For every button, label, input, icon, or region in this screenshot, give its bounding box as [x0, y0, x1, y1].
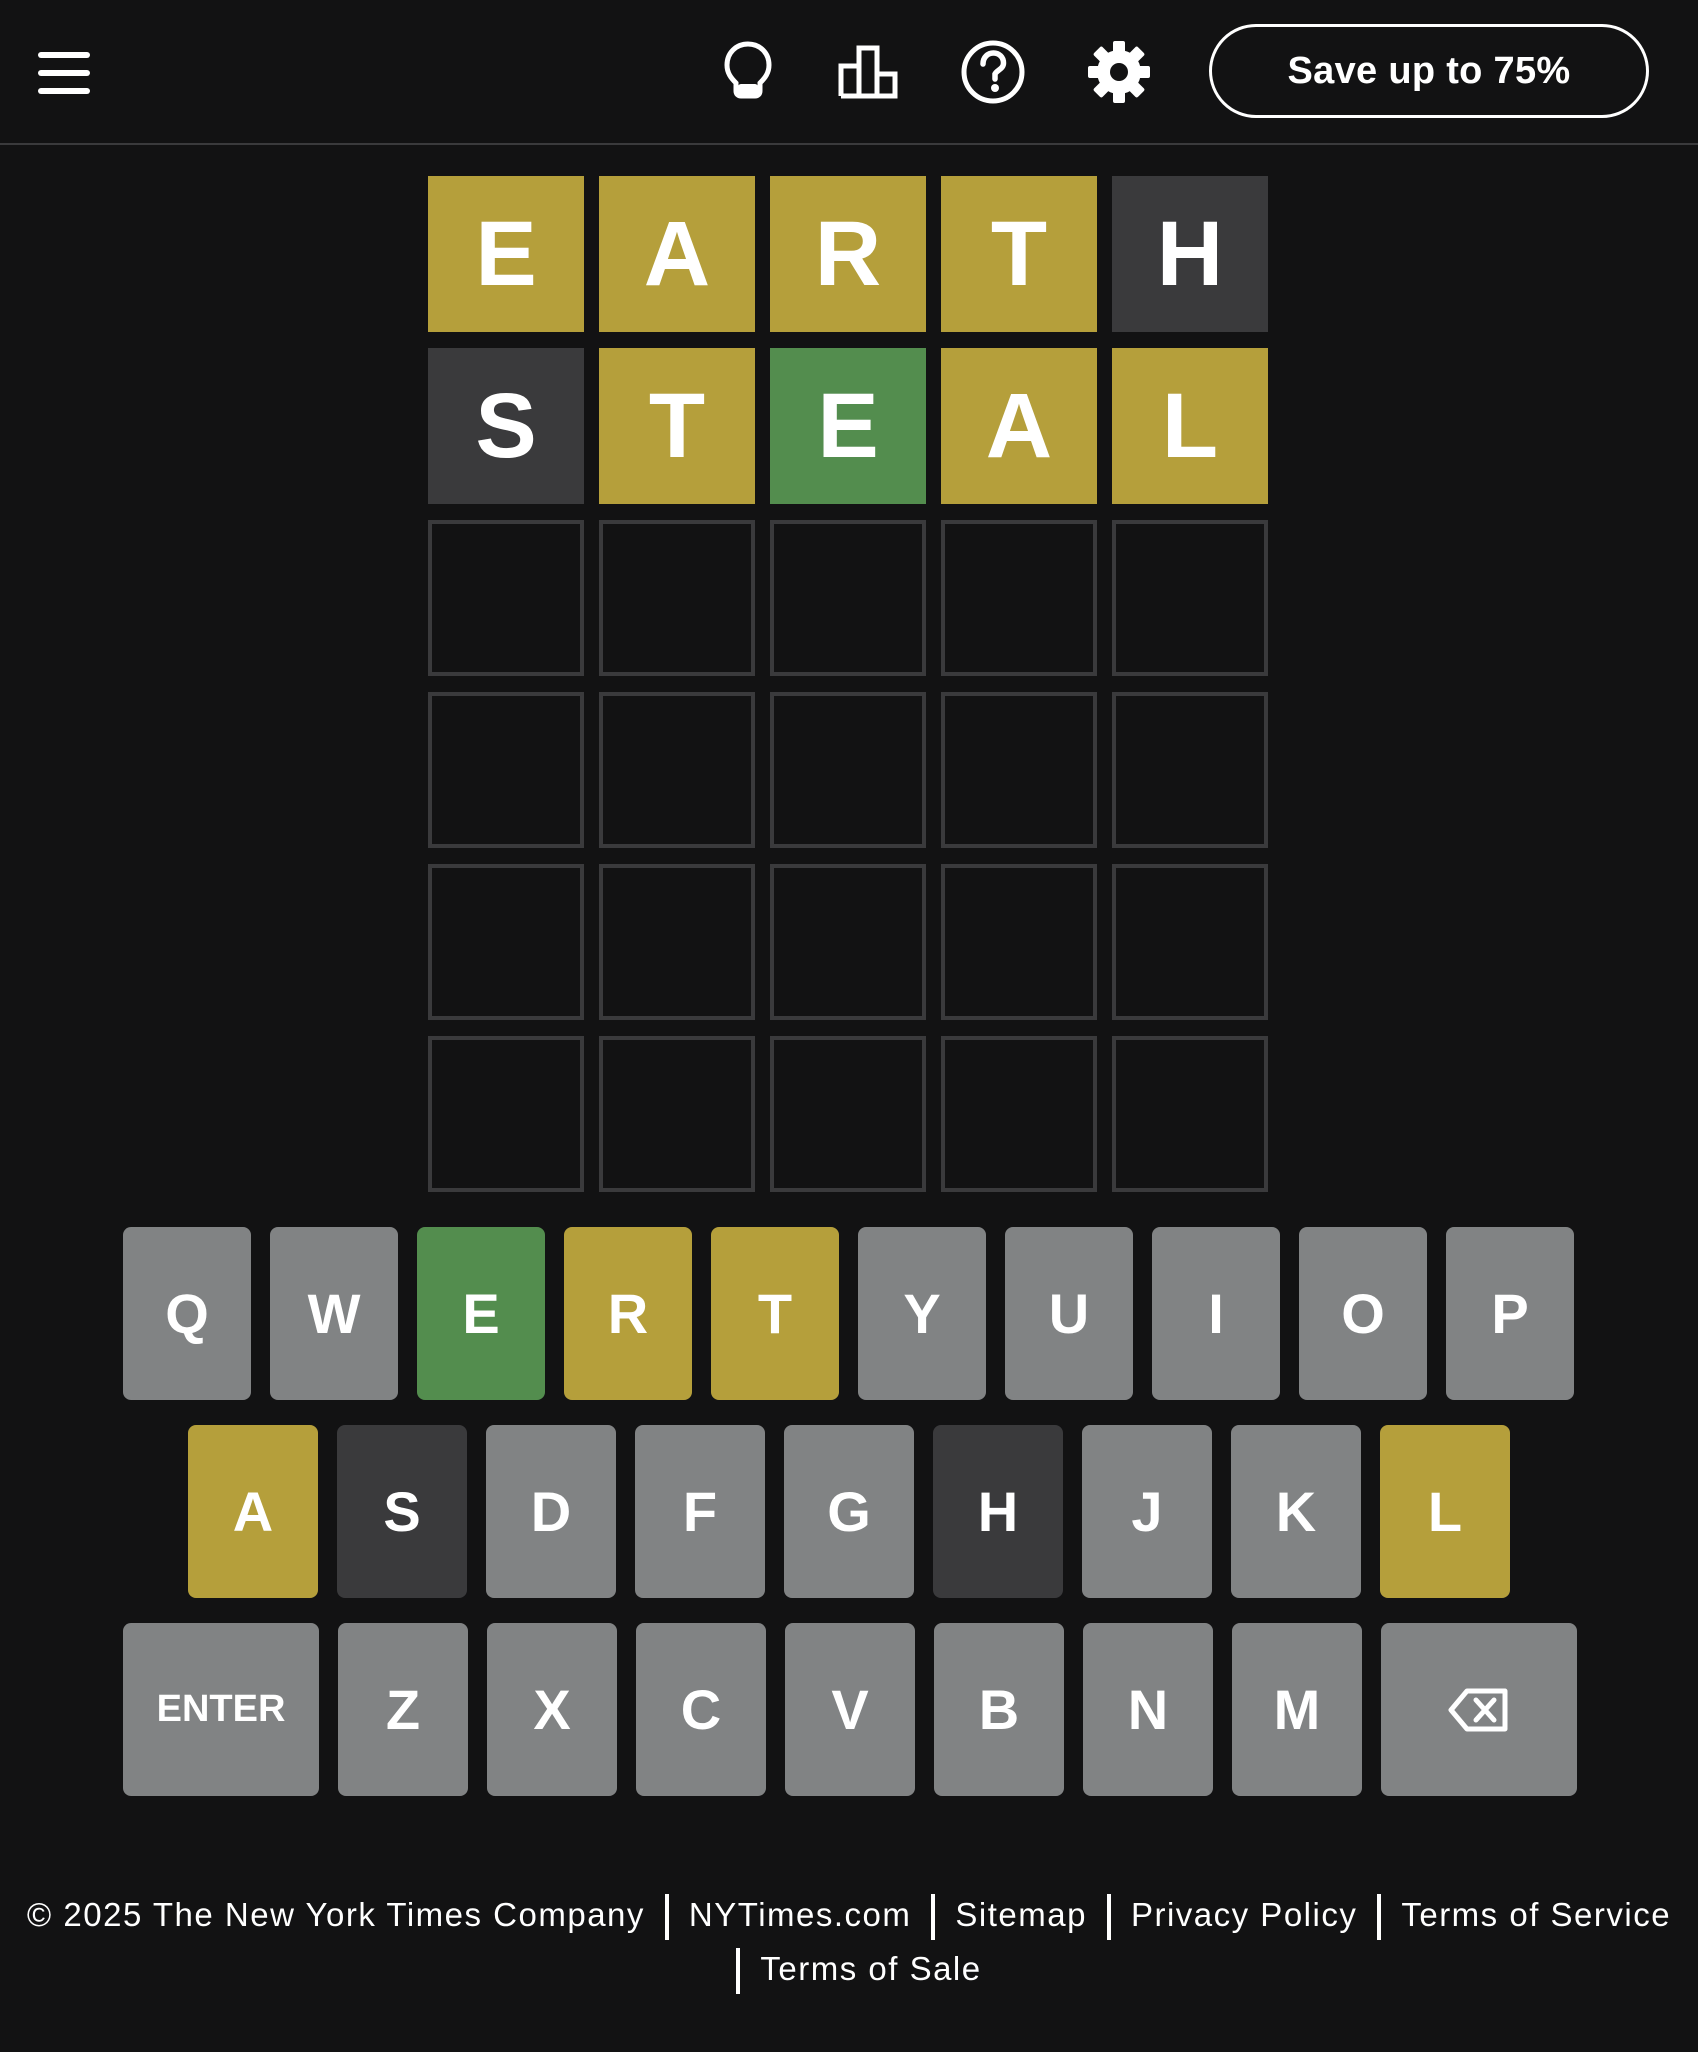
key-d[interactable]: D — [486, 1425, 616, 1598]
copyright-text: © 2025 The New York Times Company — [26, 1896, 645, 1933]
hint-bulb-icon[interactable] — [714, 38, 782, 106]
key-t[interactable]: T — [711, 1227, 839, 1400]
footer-separator — [1377, 1894, 1382, 1941]
board-tile: T — [599, 348, 755, 504]
footer-link-nytimes[interactable]: NYTimes.com — [689, 1896, 911, 1933]
board-tile: H — [1112, 176, 1268, 332]
key-q[interactable]: Q — [123, 1227, 251, 1400]
board-tile — [599, 520, 755, 676]
board-tile: S — [428, 348, 584, 504]
key-m[interactable]: M — [1232, 1623, 1362, 1796]
footer-link-sitemap[interactable]: Sitemap — [955, 1896, 1087, 1933]
board-tile — [428, 864, 584, 1020]
board-tile — [428, 692, 584, 848]
key-r[interactable]: R — [564, 1227, 692, 1400]
key-b[interactable]: B — [934, 1623, 1064, 1796]
board-tile — [941, 692, 1097, 848]
backspace-icon — [1447, 1685, 1511, 1735]
key-e[interactable]: E — [417, 1227, 545, 1400]
key-i[interactable]: I — [1152, 1227, 1280, 1400]
backspace-key[interactable] — [1381, 1623, 1577, 1796]
board-tile: E — [428, 176, 584, 332]
board-tile: L — [1112, 348, 1268, 504]
footer-link-terms-of-sale[interactable]: Terms of Sale — [760, 1950, 981, 1987]
board-tile — [941, 520, 1097, 676]
board-tile — [770, 1036, 926, 1192]
board-tile: A — [941, 348, 1097, 504]
footer-separator — [931, 1894, 936, 1941]
keyboard-row: ASDFGHJKL — [0, 1425, 1698, 1598]
board-tile — [941, 864, 1097, 1020]
key-enter[interactable]: ENTER — [123, 1623, 319, 1796]
stats-bar-chart-icon[interactable] — [836, 38, 904, 106]
key-s[interactable]: S — [337, 1425, 467, 1598]
key-n[interactable]: N — [1083, 1623, 1213, 1796]
board-tile — [770, 692, 926, 848]
footer-separator — [664, 1894, 669, 1941]
footer-separator — [736, 1948, 741, 1995]
key-j[interactable]: J — [1082, 1425, 1212, 1598]
board-tile — [1112, 1036, 1268, 1192]
key-h[interactable]: H — [933, 1425, 1063, 1598]
board-tile — [599, 864, 755, 1020]
board-tile — [1112, 520, 1268, 676]
board-tile — [599, 692, 755, 848]
key-o[interactable]: O — [1299, 1227, 1427, 1400]
board-tile — [1112, 864, 1268, 1020]
footer: © 2025 The New York Times Company NYTimes… — [0, 1888, 1698, 1996]
keyboard-row: QWERTYUIOP — [0, 1227, 1698, 1400]
key-y[interactable]: Y — [858, 1227, 986, 1400]
board-tile — [1112, 692, 1268, 848]
key-u[interactable]: U — [1005, 1227, 1133, 1400]
footer-link-privacy-policy[interactable]: Privacy Policy — [1131, 1896, 1357, 1933]
key-f[interactable]: F — [635, 1425, 765, 1598]
settings-gear-icon[interactable] — [1085, 38, 1153, 106]
board-tile — [599, 1036, 755, 1192]
key-v[interactable]: V — [785, 1623, 915, 1796]
board-tile: R — [770, 176, 926, 332]
help-question-icon[interactable] — [959, 38, 1027, 106]
key-p[interactable]: P — [1446, 1227, 1574, 1400]
footer-separator — [1106, 1894, 1111, 1941]
board-tile — [428, 1036, 584, 1192]
key-l[interactable]: L — [1380, 1425, 1510, 1598]
board-tile: T — [941, 176, 1097, 332]
key-g[interactable]: G — [784, 1425, 914, 1598]
top-header: Save up to 75% — [0, 0, 1698, 145]
board-tile — [941, 1036, 1097, 1192]
hamburger-menu-icon[interactable] — [38, 52, 90, 94]
keyboard-row: ENTER Z X C V B N M — [0, 1623, 1698, 1796]
save-subscription-button[interactable]: Save up to 75% — [1209, 24, 1649, 118]
key-a[interactable]: A — [188, 1425, 318, 1598]
key-w[interactable]: W — [270, 1227, 398, 1400]
board-tile — [770, 520, 926, 676]
board-tile: E — [770, 348, 926, 504]
key-z[interactable]: Z — [338, 1623, 468, 1796]
key-c[interactable]: C — [636, 1623, 766, 1796]
board-tile: A — [599, 176, 755, 332]
footer-link-terms-of-service[interactable]: Terms of Service — [1401, 1896, 1671, 1933]
board-tile — [770, 864, 926, 1020]
board-tile — [428, 520, 584, 676]
key-k[interactable]: K — [1231, 1425, 1361, 1598]
game-board: EARTHSTEAL — [428, 176, 1270, 1192]
key-x[interactable]: X — [487, 1623, 617, 1796]
